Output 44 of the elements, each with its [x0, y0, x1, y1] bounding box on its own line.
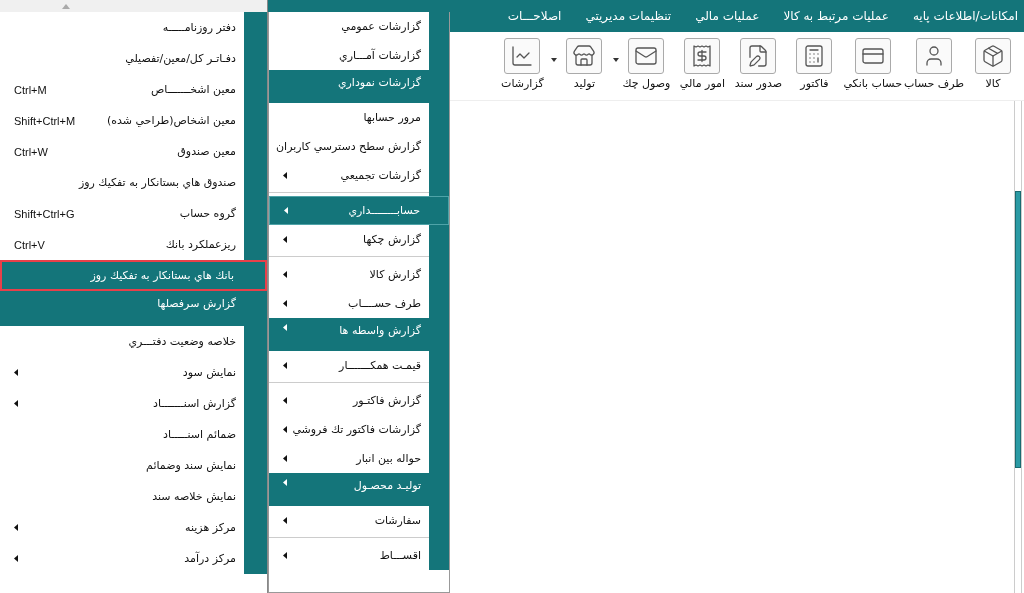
submenu-arrow-icon — [283, 552, 287, 559]
menu-item[interactable]: بانك هاي بستانكار به تفكيك روز — [0, 260, 267, 291]
menu-bar-item[interactable]: اصلاحـــات — [507, 9, 562, 23]
toolbar-button[interactable]: حساب بانكي — [843, 38, 902, 90]
scroll-thumb[interactable] — [1015, 191, 1021, 468]
submenu-arrow-icon — [283, 397, 287, 404]
submenu-arrow-icon — [283, 517, 287, 524]
submenu-arrow-icon — [283, 236, 287, 243]
toolbar-button[interactable]: گزارشات — [495, 38, 550, 90]
submenu-arrow-icon — [283, 426, 287, 433]
submenu-arrow-icon — [283, 479, 287, 486]
submenu-arrow-icon — [283, 300, 287, 307]
menu-group-item[interactable]: گزارشات نموداري — [269, 70, 449, 103]
scroll-bar[interactable] — [1014, 101, 1022, 593]
menu-group-item[interactable]: گزارش سرفصلها — [0, 291, 267, 326]
submenu-arrow-icon — [14, 524, 18, 531]
menu-group-item[interactable]: توليـد محصـول — [269, 473, 449, 506]
menu-bar-item[interactable]: امكانات/اطلاعات پايه — [912, 9, 1018, 23]
submenu-arrow-icon — [283, 362, 287, 369]
toolbar-button[interactable]: امور مالي — [675, 38, 730, 90]
package-icon — [981, 44, 1005, 68]
submenu-arrow-icon — [283, 455, 287, 462]
toolbar-button[interactable]: صدور سند — [731, 38, 786, 90]
toolbar-button[interactable]: فاكتور — [787, 38, 842, 90]
toolbar-button[interactable]: توليد — [557, 38, 612, 90]
menu-item[interactable]: حسابــــــــداري — [269, 196, 449, 225]
submenu-arrow-icon — [14, 400, 18, 407]
dropdown-caret-icon[interactable] — [613, 58, 620, 62]
submenu-arrow-icon — [284, 207, 288, 214]
dropdown-caret-icon[interactable] — [551, 58, 558, 62]
menu-bar-item[interactable]: تنظيمات مديريتي — [585, 9, 672, 23]
submenu-arrow-icon — [283, 271, 287, 278]
toolbar-button[interactable]: كالا — [966, 38, 1020, 90]
submenu-arrow-icon — [283, 172, 287, 179]
menu-group-item[interactable]: گزارش واسطه ها — [269, 318, 449, 351]
shop-icon — [572, 44, 597, 68]
envelope-icon — [634, 44, 659, 68]
toolbar-button[interactable]: وصول چك — [619, 38, 674, 90]
menu-bar-item[interactable]: عمليات مرتبط به كالا — [783, 9, 889, 23]
submenu-arrow-icon — [283, 324, 287, 331]
toolbar-button[interactable]: طرف حساب — [903, 38, 964, 90]
menu-bar-item[interactable]: عمليات مالي — [695, 9, 760, 23]
submenu-arrow-icon — [14, 555, 18, 562]
submenu-arrow-icon — [14, 369, 18, 376]
